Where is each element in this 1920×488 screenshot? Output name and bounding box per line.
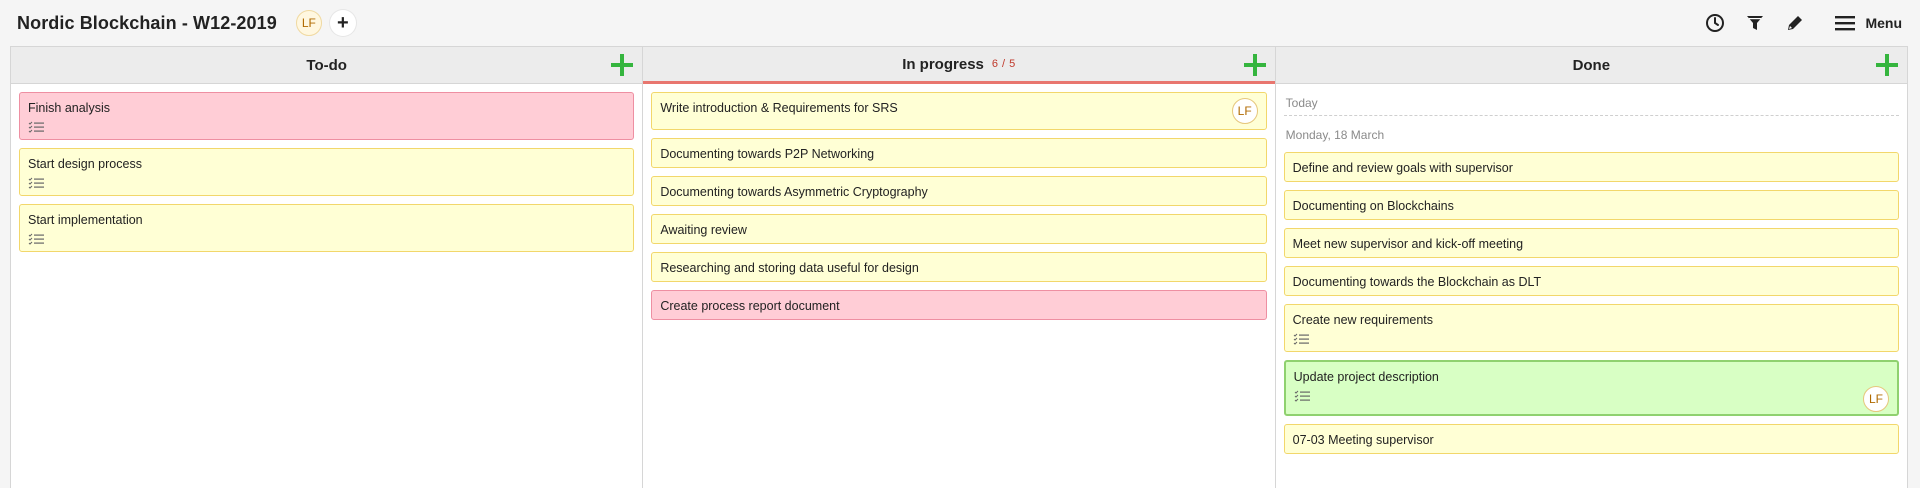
menu-button[interactable]: Menu — [1835, 15, 1902, 31]
card-title: Write introduction & Requirements for SR… — [660, 101, 898, 115]
checklist-icon — [28, 121, 44, 133]
card[interactable]: Create new requirements — [1283, 304, 1899, 352]
toolbar: Menu — [1687, 0, 1902, 46]
card-title: Update project description — [1293, 370, 1439, 384]
card[interactable]: Documenting on Blockchains — [1283, 190, 1899, 220]
day-group-label: Monday, 18 March — [1285, 128, 1385, 142]
column-header: In progress 6 / 5 — [643, 47, 1275, 84]
checklist-icon — [28, 177, 44, 189]
card[interactable]: Write introduction & Requirements for SR… — [651, 92, 1267, 130]
column-header: To-do — [11, 47, 643, 84]
card-title: Finish analysis — [28, 101, 110, 115]
card[interactable]: Meet new supervisor and kick-off meeting — [1283, 228, 1899, 258]
card[interactable]: Documenting towards Asymmetric Cryptogra… — [651, 176, 1267, 206]
card[interactable]: Start implementation — [19, 204, 635, 252]
column-header: Done — [1275, 47, 1907, 84]
add-member-button[interactable]: + — [329, 10, 356, 36]
menu-label: Menu — [1865, 15, 1902, 31]
card-title: Start design process — [28, 157, 142, 171]
top-bar: Nordic Blockchain - W12-2019 LF + Menu — [0, 0, 1920, 46]
hamburger-icon — [1835, 16, 1856, 31]
plus-icon[interactable] — [1875, 54, 1898, 76]
card-title: 07-03 Meeting supervisor — [1292, 433, 1434, 447]
column-title: In progress — [902, 55, 984, 73]
checklist-icon — [1294, 390, 1310, 402]
plus-icon[interactable] — [1243, 54, 1266, 76]
card-title: Define and review goals with supervisor — [1292, 161, 1513, 175]
card-title: Awaiting review — [660, 223, 747, 237]
card-title: Documenting towards the Blockchain as DL… — [1292, 275, 1542, 289]
card-title: Start implementation — [28, 213, 143, 227]
card-title: Documenting towards P2P Networking — [660, 147, 875, 161]
plus-icon[interactable] — [611, 54, 634, 76]
day-group-label: Today — [1283, 92, 1899, 116]
card-title: Create new requirements — [1292, 313, 1434, 327]
card-title: Create process report document — [660, 299, 840, 313]
column-in-progress: In progress 6 / 5 Write introduction & R… — [643, 47, 1276, 488]
board-title: Nordic Blockchain - W12-2019 — [17, 12, 277, 33]
card[interactable]: Documenting towards P2P Networking — [651, 138, 1267, 168]
wip-limit-badge: 6 / 5 — [991, 58, 1016, 70]
card[interactable]: Finish analysis — [19, 92, 635, 140]
card-title: Researching and storing data useful for … — [660, 261, 919, 275]
pencil-icon[interactable] — [1783, 11, 1807, 35]
card[interactable]: Researching and storing data useful for … — [651, 252, 1267, 282]
card-title: Meet new supervisor and kick-off meeting — [1292, 237, 1524, 251]
card-avatar[interactable]: LF — [1231, 98, 1258, 124]
column-title: To-do — [306, 56, 347, 74]
column-title: Done — [1572, 56, 1611, 74]
card[interactable]: Documenting towards the Blockchain as DL… — [1283, 266, 1899, 296]
card-title: Documenting on Blockchains — [1292, 199, 1454, 213]
kanban-board: To-do Finish analysis Start design proce… — [10, 46, 1908, 488]
card[interactable]: Update project description LF — [1283, 360, 1899, 416]
card[interactable]: Create process report document — [651, 290, 1267, 320]
user-avatar[interactable]: LF — [295, 10, 322, 36]
card-avatar[interactable]: LF — [1862, 386, 1889, 412]
card[interactable]: 07-03 Meeting supervisor — [1283, 424, 1899, 454]
column-done: Done Today Monday, 18 March Define and r… — [1275, 47, 1907, 488]
checklist-icon — [28, 233, 44, 245]
card[interactable]: Start design process — [19, 148, 635, 196]
card[interactable]: Awaiting review — [651, 214, 1267, 244]
card-title: Documenting towards Asymmetric Cryptogra… — [660, 185, 928, 199]
column-todo: To-do Finish analysis Start design proce… — [11, 47, 644, 488]
card[interactable]: Define and review goals with supervisor — [1283, 152, 1899, 182]
clock-icon[interactable] — [1703, 11, 1727, 35]
filter-icon[interactable] — [1743, 11, 1767, 35]
checklist-icon — [1293, 333, 1309, 345]
